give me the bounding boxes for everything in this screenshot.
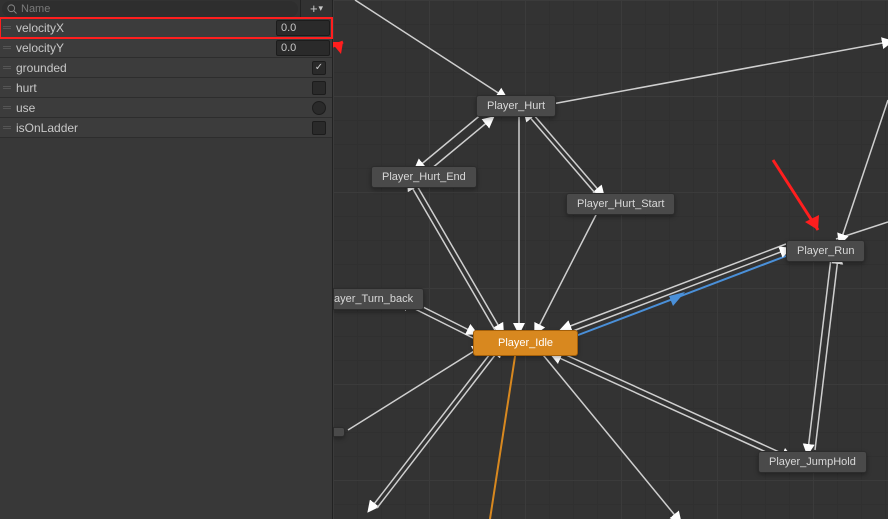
param-row-isOnLadder[interactable]: isOnLadder	[0, 118, 332, 138]
param-checkbox[interactable]	[312, 121, 326, 135]
drag-handle-icon[interactable]	[2, 26, 12, 29]
add-parameter-button[interactable]: +▾	[300, 0, 332, 18]
param-checkbox[interactable]: ✓	[312, 61, 326, 75]
state-node-playerRun[interactable]: Player_Run	[786, 240, 865, 262]
state-node-playerTurnBack[interactable]: ayer_Turn_back	[333, 288, 424, 310]
param-row-velocityX[interactable]: velocityX0.0	[0, 18, 332, 38]
state-node-label: Player_Run	[797, 245, 854, 257]
dropdown-caret-icon: ▾	[319, 3, 324, 14]
param-label: isOnLadder	[14, 121, 312, 135]
state-node-playerJumpHold[interactable]: Player_JumpHold	[758, 451, 867, 473]
param-row-use[interactable]: use	[0, 98, 332, 118]
drag-handle-icon[interactable]	[2, 46, 12, 49]
drag-handle-icon[interactable]	[2, 66, 12, 69]
state-node-playerHurtEnd[interactable]: Player_Hurt_End	[371, 166, 477, 188]
state-node-label: Player_Hurt	[487, 100, 545, 112]
param-row-grounded[interactable]: grounded✓	[0, 58, 332, 78]
search-icon	[6, 3, 18, 15]
drag-handle-icon[interactable]	[2, 106, 12, 109]
param-label: use	[14, 101, 312, 115]
animator-graph[interactable]: Player_Hurt Player_Hurt_End Player_Hurt_St…	[333, 0, 888, 519]
plus-icon: +	[310, 1, 318, 16]
search-input[interactable]: Name	[2, 1, 298, 17]
annotation-arrow-grounded	[333, 30, 373, 100]
state-node-label: ayer_Turn_back	[334, 293, 413, 305]
state-node-label: Player_Hurt_End	[382, 171, 466, 183]
annotation-arrow-player-run	[763, 155, 843, 245]
state-node-label: Player_Hurt_Start	[577, 198, 664, 210]
param-label: velocityX	[14, 21, 276, 35]
param-label: velocityY	[14, 41, 276, 55]
drag-handle-icon[interactable]	[2, 126, 12, 129]
state-node-playerIdle[interactable]: Player_Idle	[473, 330, 578, 356]
param-label: grounded	[14, 61, 312, 75]
param-value-input[interactable]: 0.0	[276, 20, 330, 36]
search-placeholder: Name	[21, 3, 50, 15]
parameter-panel: Name +▾ velocityX0.0velocityY0.0grounded…	[0, 0, 333, 519]
param-checkbox[interactable]	[312, 81, 326, 95]
state-node-label: Player_JumpHold	[769, 456, 856, 468]
search-row: Name +▾	[0, 0, 332, 18]
param-label: hurt	[14, 81, 312, 95]
state-node-playerHurtStart[interactable]: Player_Hurt_Start	[566, 193, 675, 215]
drag-handle-icon[interactable]	[2, 86, 12, 89]
param-value-input[interactable]: 0.0	[276, 40, 330, 56]
parameter-list: velocityX0.0velocityY0.0grounded✓hurtuse…	[0, 18, 332, 138]
param-row-velocityY[interactable]: velocityY0.0	[0, 38, 332, 58]
state-node-extraBox[interactable]	[333, 427, 345, 437]
state-node-playerHurt[interactable]: Player_Hurt	[476, 95, 556, 117]
state-node-label: Player_Idle	[498, 337, 553, 349]
param-trigger-radio[interactable]	[312, 101, 326, 115]
param-row-hurt[interactable]: hurt	[0, 78, 332, 98]
